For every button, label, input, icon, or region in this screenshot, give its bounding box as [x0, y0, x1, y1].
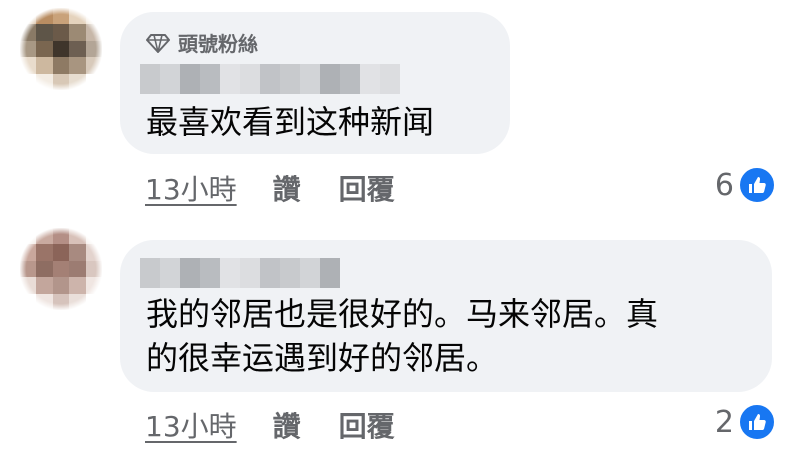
timestamp-link[interactable]: 13小時: [145, 405, 237, 445]
reaction-count: 2: [714, 404, 734, 440]
comment-bubble: 我的邻居也是很好的。马来邻居。真 的很幸运遇到好的邻居。: [120, 240, 772, 392]
reply-button[interactable]: 回覆: [339, 405, 395, 445]
comment-bubble: 頭號粉絲 最喜欢看到这种新闻: [120, 12, 510, 154]
comment-actions: 13小時 讚 回覆: [145, 405, 395, 445]
thumbs-up-icon: [738, 403, 776, 441]
badge-label: 頭號粉絲: [178, 32, 258, 56]
reaction-count: 6: [714, 167, 734, 203]
diamond-icon: [146, 33, 170, 53]
timestamp-link[interactable]: 13小時: [145, 168, 237, 208]
comment-actions: 13小時 讚 回覆: [145, 168, 395, 208]
reply-button[interactable]: 回覆: [339, 168, 395, 208]
comment-thread: 頭號粉絲 最喜欢看到这种新闻 13小時 讚 回覆 6 我的邻居也是很好的。马来邻…: [0, 0, 800, 455]
thumbs-up-icon: [738, 166, 776, 204]
reaction-summary[interactable]: 6: [715, 166, 776, 204]
top-fan-badge: 頭號粉絲: [146, 28, 258, 57]
comment-text: 我的邻居也是很好的。马来邻居。真 的很幸运遇到好的邻居。: [146, 295, 659, 377]
comment-text: 最喜欢看到这种新闻: [146, 103, 435, 141]
reaction-summary[interactable]: 2: [715, 403, 776, 441]
commenter-name-blurred[interactable]: [140, 64, 400, 94]
like-button[interactable]: 讚: [273, 405, 301, 445]
like-button[interactable]: 讚: [273, 168, 301, 208]
commenter-name-blurred[interactable]: [140, 258, 340, 288]
avatar[interactable]: [20, 8, 102, 90]
avatar[interactable]: [20, 228, 102, 310]
